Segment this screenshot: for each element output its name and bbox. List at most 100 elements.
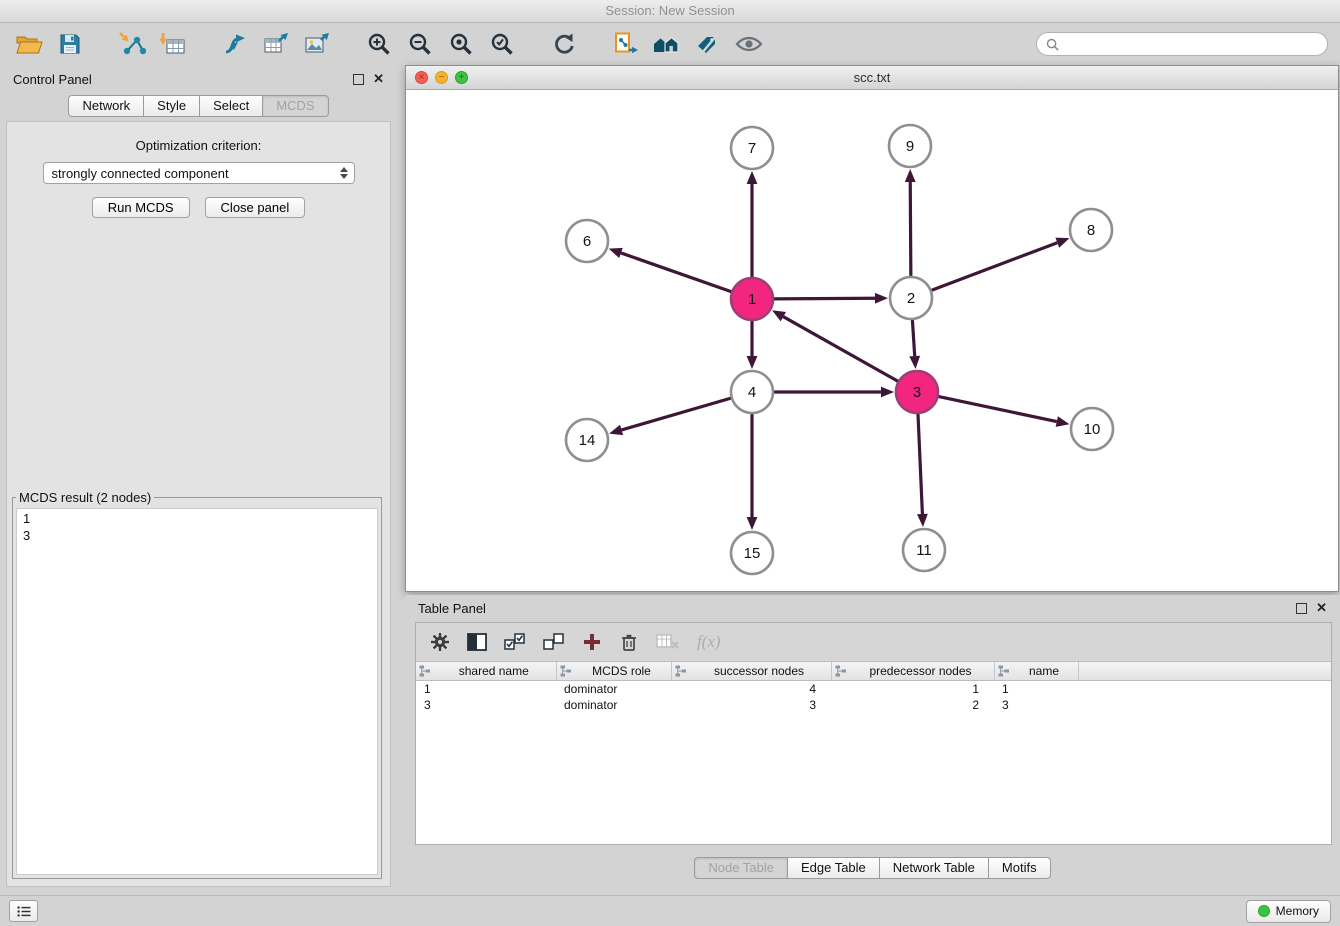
table-panel: Table Panel ✕ [405, 595, 1340, 888]
mcds-result-list[interactable]: 13 [16, 508, 378, 875]
graph-edge-4-14[interactable] [609, 398, 732, 435]
zoom-out-icon[interactable] [403, 28, 437, 60]
graph-edge-4-15[interactable] [747, 413, 758, 530]
column-header-successor-nodes[interactable]: successor nodes [671, 662, 831, 681]
export-image-icon[interactable] [300, 28, 334, 60]
graph-edge-3-1[interactable] [772, 310, 899, 381]
table-row[interactable]: 3dominator323 [416, 697, 1331, 713]
graph-node-3[interactable]: 3 [896, 371, 938, 413]
column-header-name[interactable]: name [994, 662, 1078, 681]
tab-motifs[interactable]: Motifs [988, 857, 1051, 879]
eye-icon[interactable] [732, 28, 766, 60]
columns-icon[interactable] [467, 633, 487, 651]
cell-MCDS-role[interactable]: dominator [556, 681, 671, 698]
document-network-icon[interactable] [609, 28, 643, 60]
table-panel-header: Table Panel ✕ [405, 595, 1340, 621]
close-panel-icon[interactable]: ✕ [373, 73, 384, 85]
window-minimize-icon[interactable]: − [435, 71, 448, 84]
graph-edge-1-4[interactable] [747, 320, 758, 369]
export-table-icon[interactable] [259, 28, 293, 60]
trash-icon[interactable] [619, 632, 639, 652]
select-all-icon[interactable] [504, 633, 526, 651]
tab-network-table[interactable]: Network Table [879, 857, 989, 879]
tab-node-table[interactable]: Node Table [694, 857, 788, 879]
save-icon[interactable] [53, 28, 87, 60]
criterion-select[interactable]: strongly connected component [43, 162, 355, 184]
graph-node-9[interactable]: 9 [889, 125, 931, 167]
graph-node-1[interactable]: 1 [731, 278, 773, 320]
graph-edge-1-6[interactable] [609, 248, 732, 292]
zoom-selected-icon[interactable] [485, 28, 519, 60]
task-history-button[interactable] [9, 900, 38, 922]
graph-edge-4-3[interactable] [773, 387, 894, 398]
houses-icon[interactable] [650, 28, 684, 60]
cell-predecessor-nodes[interactable]: 1 [831, 681, 994, 698]
status-bar: Memory [0, 895, 1340, 926]
graph-edge-1-2[interactable] [773, 293, 888, 304]
search-input[interactable] [1064, 36, 1318, 53]
network-window-titlebar[interactable]: scc.txt × − + [406, 66, 1338, 90]
float-panel-icon[interactable] [353, 74, 364, 85]
close-panel-button[interactable]: Close panel [205, 197, 306, 218]
graph-node-6[interactable]: 6 [566, 220, 608, 262]
network-canvas[interactable]: 7 9 6 8 1 2 4 3 14 10 15 11 [407, 90, 1337, 591]
float-table-panel-icon[interactable] [1296, 603, 1307, 614]
graph-node-11[interactable]: 11 [903, 529, 945, 571]
graph-edge-1-7[interactable] [747, 171, 758, 278]
tab-select[interactable]: Select [199, 95, 263, 117]
table-row[interactable]: 1dominator411 [416, 681, 1331, 698]
paint-tag-icon[interactable] [691, 28, 725, 60]
cell-successor-nodes[interactable]: 3 [671, 697, 831, 713]
graph-node-8[interactable]: 8 [1070, 209, 1112, 251]
delete-table-icon[interactable] [656, 633, 680, 651]
graph-node-2[interactable]: 2 [890, 277, 932, 319]
window-close-icon[interactable]: × [415, 71, 428, 84]
window-title: Session: New Session [605, 3, 734, 18]
tab-style[interactable]: Style [143, 95, 200, 117]
graph-edge-3-10[interactable] [938, 396, 1070, 426]
open-file-icon[interactable] [12, 28, 46, 60]
import-network-icon[interactable] [115, 28, 149, 60]
window-maximize-icon[interactable]: + [455, 71, 468, 84]
mcds-panel: Optimization criterion: strongly connect… [6, 121, 391, 887]
graph-node-15[interactable]: 15 [731, 532, 773, 574]
cell-shared-name[interactable]: 1 [416, 681, 556, 698]
graph-edge-2-9[interactable] [905, 169, 916, 277]
criterion-selected-value: strongly connected component [52, 166, 340, 181]
graph-edge-2-8[interactable] [931, 238, 1070, 291]
graph-node-4[interactable]: 4 [731, 371, 773, 413]
refresh-icon[interactable] [547, 28, 581, 60]
network-graph[interactable]: 7 9 6 8 1 2 4 3 14 10 15 11 [407, 90, 1337, 591]
tab-mcds[interactable]: MCDS [262, 95, 328, 117]
deselect-all-icon[interactable] [543, 633, 565, 651]
cell-MCDS-role[interactable]: dominator [556, 697, 671, 713]
cell-predecessor-nodes[interactable]: 2 [831, 697, 994, 713]
memory-button[interactable]: Memory [1246, 900, 1331, 923]
export-network-icon[interactable] [218, 28, 252, 60]
gear-icon[interactable] [430, 632, 450, 652]
cell-name[interactable]: 1 [994, 681, 1078, 698]
graph-edge-2-3[interactable] [909, 319, 920, 369]
column-header-MCDS-role[interactable]: MCDS role [556, 662, 671, 681]
column-header-shared-name[interactable]: shared name [416, 662, 556, 681]
application-window: Session: New Session [0, 0, 1340, 926]
close-table-panel-icon[interactable]: ✕ [1316, 602, 1327, 614]
column-header-predecessor-nodes[interactable]: predecessor nodes [831, 662, 994, 681]
graph-node-10[interactable]: 10 [1071, 408, 1113, 450]
function-builder-icon[interactable]: f(x) [697, 632, 721, 652]
import-table-icon[interactable] [156, 28, 190, 60]
tab-edge-table[interactable]: Edge Table [787, 857, 880, 879]
run-mcds-button[interactable]: Run MCDS [92, 197, 190, 218]
column-edit-icon [835, 665, 847, 680]
graph-edge-3-11[interactable] [917, 413, 928, 527]
cell-name[interactable]: 3 [994, 697, 1078, 713]
add-row-icon[interactable] [582, 632, 602, 652]
cell-shared-name[interactable]: 3 [416, 697, 556, 713]
network-window-title: scc.txt [406, 70, 1338, 85]
graph-node-7[interactable]: 7 [731, 127, 773, 169]
tab-network[interactable]: Network [68, 95, 144, 117]
zoom-in-icon[interactable] [362, 28, 396, 60]
cell-successor-nodes[interactable]: 4 [671, 681, 831, 698]
graph-node-14[interactable]: 14 [566, 419, 608, 461]
zoom-fit-icon[interactable] [444, 28, 478, 60]
